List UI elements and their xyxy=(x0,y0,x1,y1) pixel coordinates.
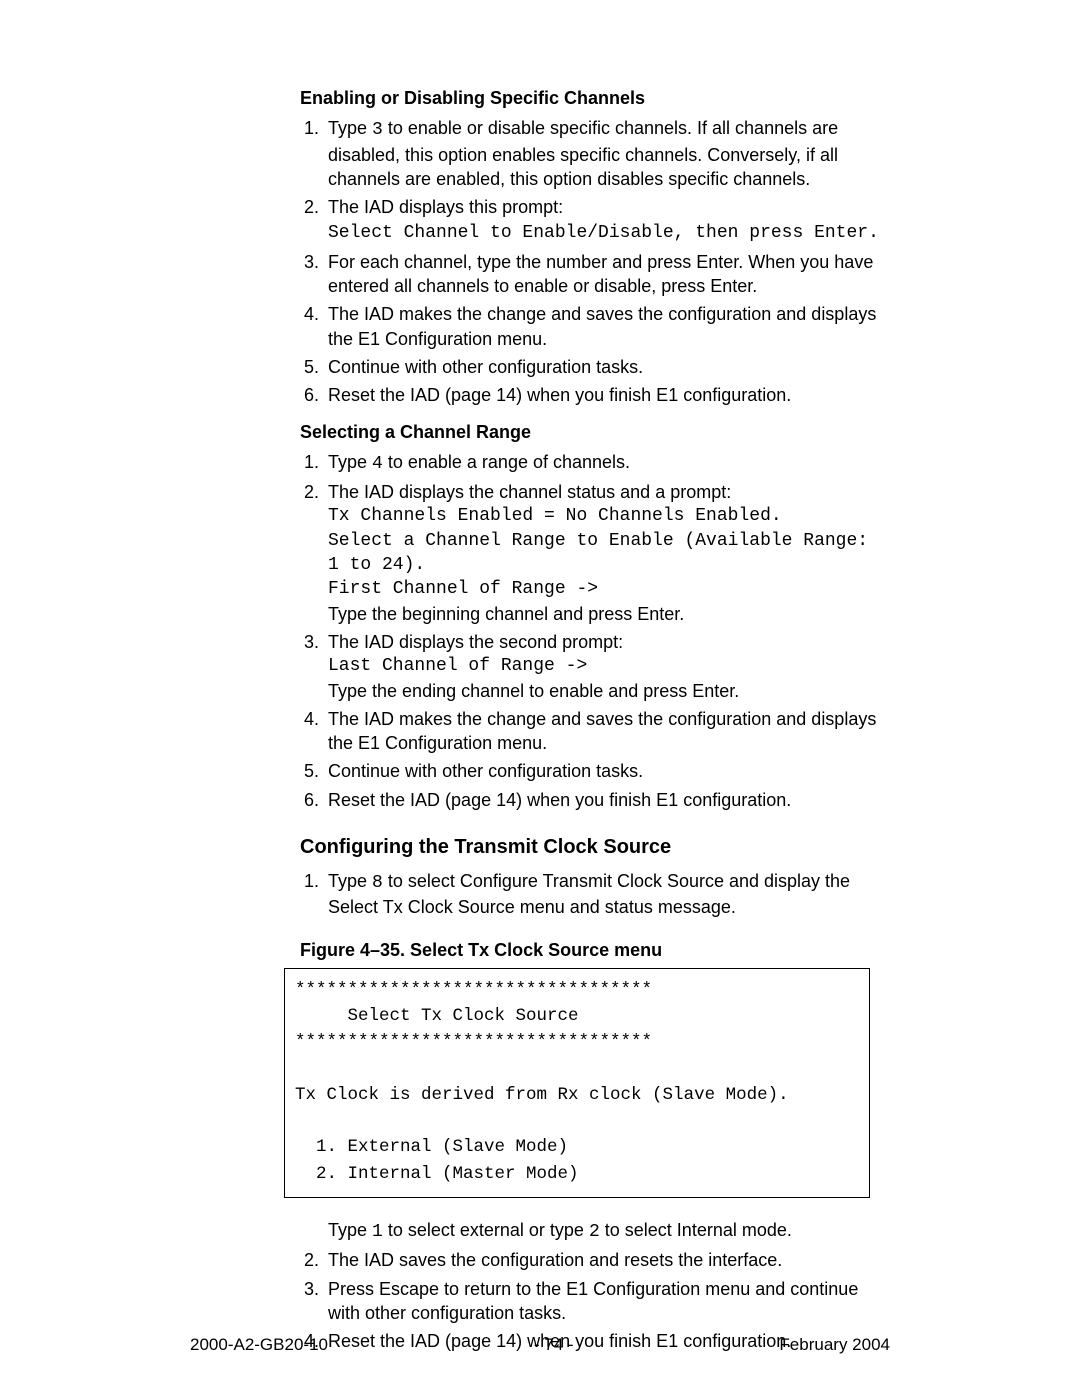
step-text: Type xyxy=(328,118,372,138)
step-tail: Type the ending channel to enable and pr… xyxy=(328,681,739,701)
step-item: Type 4 to enable a range of channels. xyxy=(324,450,880,476)
footer-docid: 2000-A2-GB20-10 xyxy=(190,1334,328,1357)
footer-date: February 2004 xyxy=(779,1334,890,1357)
step-item: Type 8 to select Configure Transmit Cloc… xyxy=(324,869,880,920)
step-item: Press Escape to return to the E1 Configu… xyxy=(324,1277,880,1326)
step-item: For each channel, type the number and pr… xyxy=(324,250,880,299)
step-item: The IAD displays this prompt: Select Cha… xyxy=(324,195,880,246)
inline-code: 2 xyxy=(589,1222,600,1242)
footer-page-number: - 74 - xyxy=(534,1334,574,1357)
step-text: to enable a range of channels. xyxy=(383,452,630,472)
inline-code: 1 xyxy=(372,1222,383,1242)
post-box-block: Type 1 to select external or type 2 to s… xyxy=(300,1218,880,1353)
inline-code: 3 xyxy=(372,120,383,140)
step-tail: Type the beginning channel and press Ent… xyxy=(328,604,684,624)
page-container: Enabling or Disabling Specific Channels … xyxy=(0,0,1080,1397)
step-text: The IAD displays this prompt: xyxy=(328,197,563,217)
code-block: Last Channel of Range -> xyxy=(328,654,880,678)
step-item: The IAD makes the change and saves the c… xyxy=(324,302,880,351)
step-item: The IAD makes the change and saves the c… xyxy=(324,707,880,756)
steps-channel-range: Type 4 to enable a range of channels. Th… xyxy=(300,450,880,812)
step-item: The IAD displays the channel status and … xyxy=(324,480,880,626)
step-text: The IAD displays the second prompt: xyxy=(328,632,623,652)
steps-transmit-clock-top: Type 8 to select Configure Transmit Cloc… xyxy=(300,869,880,920)
inline-code: 4 xyxy=(372,454,383,474)
step-item: Continue with other configuration tasks. xyxy=(324,355,880,379)
figure-caption: Figure 4–35. Select Tx Clock Source menu xyxy=(300,938,880,962)
page-footer: 2000-A2-GB20-10 - 74 - February 2004 xyxy=(0,1334,1080,1357)
steps-enable-disable: Type 3 to enable or disable specific cha… xyxy=(300,116,880,407)
heading-channel-range: Selecting a Channel Range xyxy=(300,420,880,444)
code-block: Tx Channels Enabled = No Channels Enable… xyxy=(328,504,880,601)
step-item: Continue with other configuration tasks. xyxy=(324,759,880,783)
heading-enable-disable: Enabling or Disabling Specific Channels xyxy=(300,86,880,110)
code-box-menu: ********************************** Selec… xyxy=(284,968,870,1198)
step-text: The IAD displays the channel status and … xyxy=(328,482,731,502)
step-text: Type xyxy=(328,871,372,891)
step-text: to select Internal mode. xyxy=(600,1220,792,1240)
step-item: Reset the IAD (page 14) when you finish … xyxy=(324,788,880,812)
step-text: Type xyxy=(328,1220,372,1240)
step-text: Type xyxy=(328,452,372,472)
inline-code: 8 xyxy=(372,873,383,893)
post-box-line: Type 1 to select external or type 2 to s… xyxy=(300,1218,880,1244)
heading-transmit-clock: Configuring the Transmit Clock Source xyxy=(300,834,880,861)
step-text: to select external or type xyxy=(383,1220,589,1240)
code-line: Select Channel to Enable/Disable, then p… xyxy=(328,223,879,243)
step-text: to enable or disable specific channels. … xyxy=(328,118,838,189)
step-item: Reset the IAD (page 14) when you finish … xyxy=(324,383,880,407)
step-text: to select Configure Transmit Clock Sourc… xyxy=(328,871,850,917)
step-item: Type 3 to enable or disable specific cha… xyxy=(324,116,880,191)
step-item: The IAD saves the configuration and rese… xyxy=(324,1248,880,1272)
step-item: The IAD displays the second prompt: Last… xyxy=(324,630,880,703)
